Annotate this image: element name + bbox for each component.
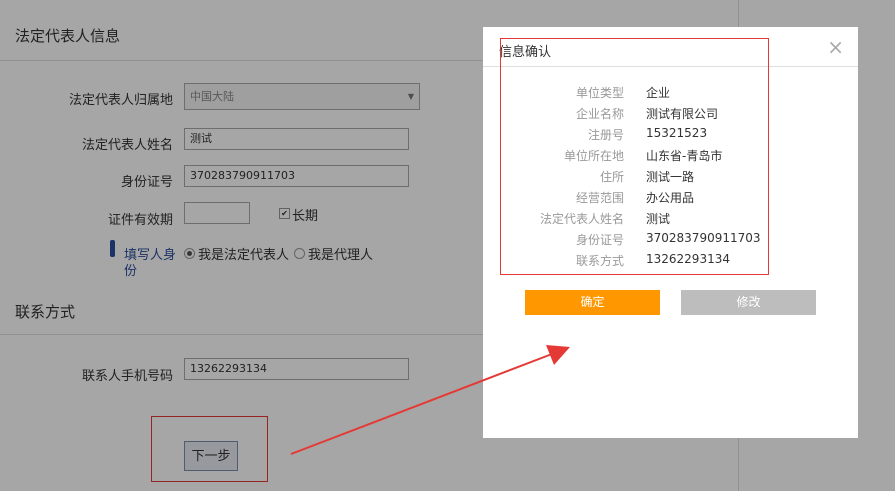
annotation-box-info <box>500 38 769 275</box>
close-icon[interactable]: × <box>827 37 844 57</box>
edit-button[interactable]: 修改 <box>681 290 816 315</box>
confirm-button[interactable]: 确定 <box>525 290 660 315</box>
confirm-dialog: 信息确认 × 单位类型 企业 企业名称 测试有限公司 注册号 15321523 … <box>483 27 858 438</box>
